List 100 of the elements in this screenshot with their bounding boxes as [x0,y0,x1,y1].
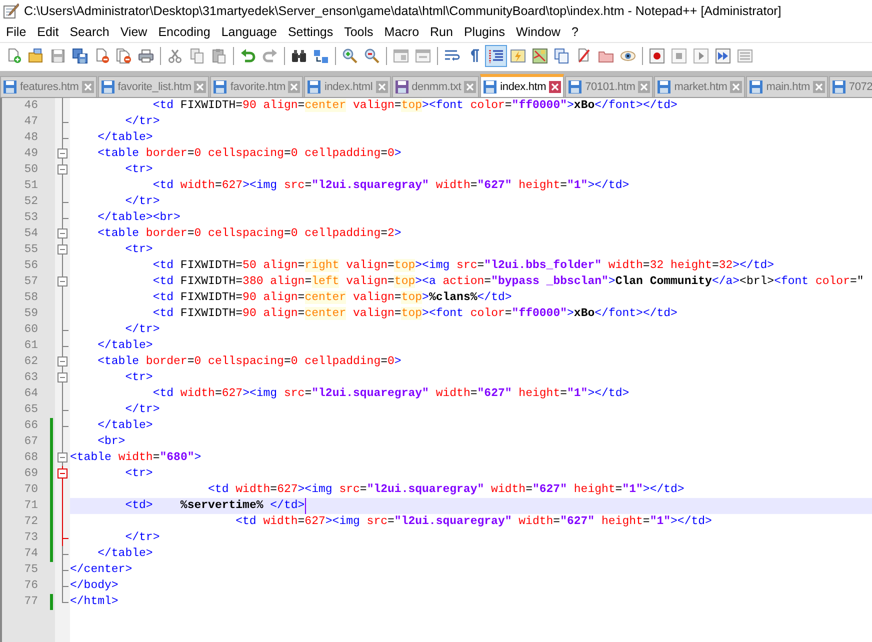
line-number: 64 [23,386,39,402]
indent-guide-button[interactable] [485,45,507,67]
code-line: </table> [96,130,153,146]
fold-minus-icon[interactable] [55,354,70,370]
line-number: 51 [23,178,39,194]
code-line: <td FIXWIDTH=90 align=center valign=top><font color="ff0000">xBo</font></td> [152,98,678,114]
binoculars-icon [291,48,307,64]
code-line: </tr> [124,322,160,338]
close-file-icon [94,48,110,64]
menu-item[interactable]: Settings [284,23,340,41]
file-tab[interactable]: index.htm [480,74,564,97]
line-number: 50 [23,162,39,178]
window-icon [393,48,409,64]
new-file-icon [6,48,22,64]
menu-item[interactable]: Plugins [460,23,512,41]
line-number: 62 [23,354,39,370]
code-line: <table border=0 cellspacing=0 cellpadding=2> [96,226,402,242]
fast-forward-icon [715,48,731,64]
close-icon[interactable] [376,81,388,93]
replace-icon [313,48,329,64]
code-line: <td FIXWIDTH=50 align=right valign=top><img src="l2ui.bbs_folder" width=32 height=32></td> [152,258,774,274]
code-line: </table> [96,546,153,562]
code-line: <tr> [124,162,153,178]
code-line: <table width="680"> [70,450,202,466]
line-number: 77 [23,594,39,610]
code-line: <td width=627><img src="l2ui.squaregray" width="627" height="1"></td> [207,482,684,498]
fold-minus-icon[interactable] [55,226,70,242]
copy-icon [189,48,205,64]
code-line: </table> [96,418,153,434]
close-icon[interactable] [549,81,562,93]
line-number: 59 [23,306,39,322]
menu-item[interactable]: Edit [33,23,66,41]
line-number: 58 [23,290,39,306]
menu-item[interactable]: ? [567,23,586,41]
line-number: 57 [23,274,39,290]
zoom-out-icon [364,48,380,64]
code-line: </tr> [124,530,160,546]
code-line: <td width=627><img src="l2ui.squaregray" width="627" height="1"></td> [152,386,630,402]
code-line: <br> [96,434,126,450]
paste-icon [211,48,227,64]
close-icon[interactable] [82,81,94,93]
close-icon[interactable] [638,81,650,93]
line-number: 68 [23,450,39,466]
fold-minus-icon[interactable] [55,370,70,386]
indent-guide-icon [488,48,504,64]
map-icon [532,48,548,64]
line-number: 47 [23,114,39,130]
fold-minus-icon[interactable] [55,466,70,482]
save-icon [50,48,66,64]
record-icon [649,48,665,64]
fold-minus-icon[interactable] [55,450,70,466]
code-line: </body> [70,578,118,594]
window-icon [415,48,431,64]
menu-item[interactable]: Tools [340,23,380,41]
code-line: <td> %servertime% </td> [124,498,305,514]
menu-item[interactable]: File [2,23,34,41]
code-line: <td width=627><img src="l2ui.squaregray" width="627" height="1"></td> [152,178,630,194]
line-number: 55 [23,242,39,258]
line-number: 71 [23,498,39,514]
menu-item[interactable]: Macro [380,23,426,41]
code-line: <tr> [124,242,153,258]
print-icon [138,48,154,64]
code-line: </table><br> [96,210,180,226]
menu-item[interactable]: Encoding [154,23,218,41]
pages-icon [554,48,570,64]
fold-minus-icon[interactable] [55,274,70,290]
close-icon[interactable] [812,81,825,93]
code-line: <td FIXWIDTH=90 align=center valign=top>%clans%</td> [152,290,512,306]
fold-minus-icon[interactable] [55,146,70,162]
close-icon[interactable] [194,81,206,93]
code-line: <tr> [124,466,153,482]
menu-item[interactable]: Run [426,23,460,41]
line-number: 49 [23,146,39,162]
stop-icon [671,48,687,64]
code-line: </html> [70,594,118,610]
undo-icon [240,48,256,64]
line-number: 53 [23,210,39,226]
code-line: <td FIXWIDTH=90 align=center valign=top><font color="ff0000">xBo</font></td> [152,306,678,322]
menu-item[interactable]: Search [66,23,116,41]
code-line: <table border=0 cellspacing=0 cellpadding=0> [96,354,402,370]
close-all-icon [116,48,132,64]
fold-minus-icon[interactable] [55,242,70,258]
line-number: 70 [23,482,39,498]
fold-minus-icon[interactable] [55,162,70,178]
open-icon [28,48,44,64]
menu-item[interactable]: Language [217,23,284,41]
line-number: 46 [23,98,39,114]
close-icon[interactable] [464,81,476,93]
eye-icon [620,48,636,64]
close-icon[interactable] [288,81,300,93]
menu-item[interactable]: Window [512,23,568,41]
code-line: </tr> [124,114,160,130]
line-number: 56 [23,258,39,274]
close-icon[interactable] [730,81,742,93]
redo-icon [262,48,278,64]
lightning-icon [510,48,526,64]
line-number: 60 [23,322,39,338]
code-line: </tr> [124,194,160,210]
notepad-icon [3,3,19,19]
menu-item[interactable]: View [116,23,154,41]
